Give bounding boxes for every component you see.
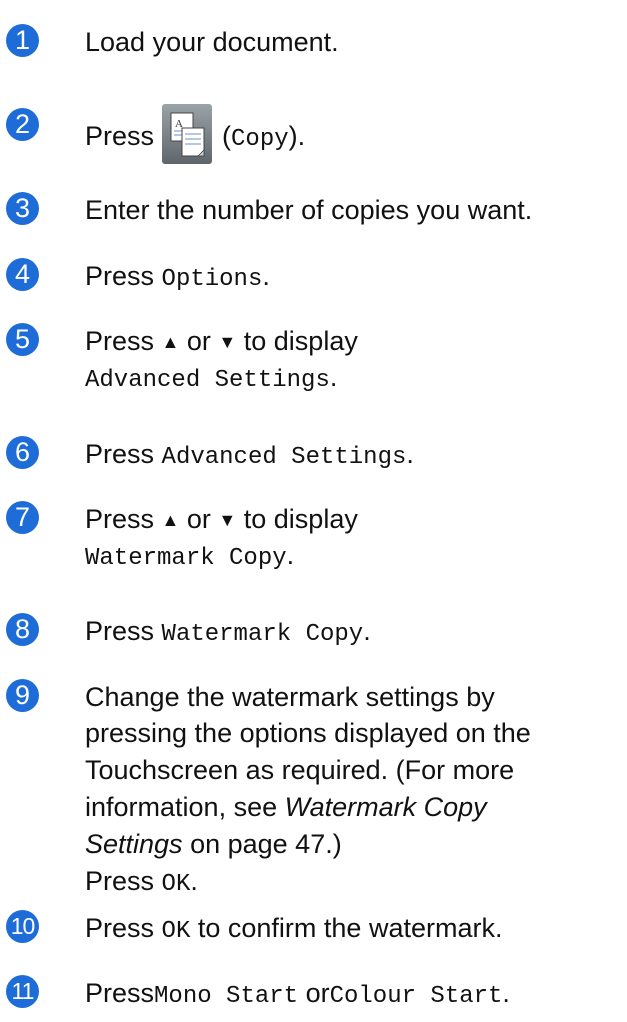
step-text-line2: Watermark Copy. [85,540,295,572]
step-text-line1: Press ▲ or ▼ to display [85,504,358,534]
press-word: Press [85,121,155,152]
step-text: Press Watermark Copy. [85,616,371,648]
step-number-badge: 2 [6,108,39,141]
step-number-badge: 9 [6,679,39,712]
step-number-badge: 6 [6,436,39,469]
down-arrow-icon: ▼ [218,332,237,352]
step-text: Press A (Copy). [85,104,305,168]
mono-start-label: Mono Start [154,983,299,1010]
advanced-settings-label: Advanced Settings [85,367,330,394]
step-number-badge: 11 [6,975,39,1008]
step-text-line3: Touchscreen as required. (For more [85,755,515,785]
step-text: PressMono Start orColour Start. [85,978,510,1010]
step-text-line4: information, see Watermark Copy [85,792,487,822]
step-text: Enter the number of copies you want. [85,195,533,225]
step-text-line2: pressing the options displayed on the [85,718,531,748]
watermark-copy-label: Watermark Copy [85,545,287,572]
copy-icon[interactable]: A [162,104,213,164]
step-number-badge: 7 [6,501,39,534]
options-button-label: Options [161,266,263,293]
copy-button-label: Copy [231,126,289,154]
ok-button-label: OK [161,871,191,898]
step-number-badge: 8 [6,613,39,646]
down-arrow-icon: ▼ [218,510,237,530]
step-text-line1: Press ▲ or ▼ to display [85,326,358,356]
step-number-badge: 3 [6,192,39,225]
step-number-badge: 1 [6,24,39,57]
step-number-badge: 5 [6,323,39,356]
advanced-settings-label: Advanced Settings [161,444,407,471]
step-text-line1: Change the watermark settings by [85,682,495,712]
cross-reference-link[interactable]: Watermark Copy [285,792,487,822]
step-number-badge: 4 [6,258,39,291]
watermark-copy-label: Watermark Copy [161,621,364,648]
step-text: Press OK to confirm the watermark. [85,913,503,945]
step-text-line5: Settings on page 47.) [85,829,342,859]
ok-button-label: OK [161,918,191,945]
up-arrow-icon: ▲ [161,332,180,352]
cross-reference-link[interactable]: Settings [85,829,183,859]
step-number-badge: 10 [6,910,39,943]
step-text-line2: Advanced Settings. [85,362,338,394]
step-text: Load your document. [85,27,339,57]
step-text: Press Options. [85,261,270,293]
step-text: Press Advanced Settings. [85,439,414,471]
up-arrow-icon: ▲ [161,510,180,530]
colour-start-label: Colour Start [329,983,503,1010]
step-text-line6: Press OK. [85,866,198,898]
